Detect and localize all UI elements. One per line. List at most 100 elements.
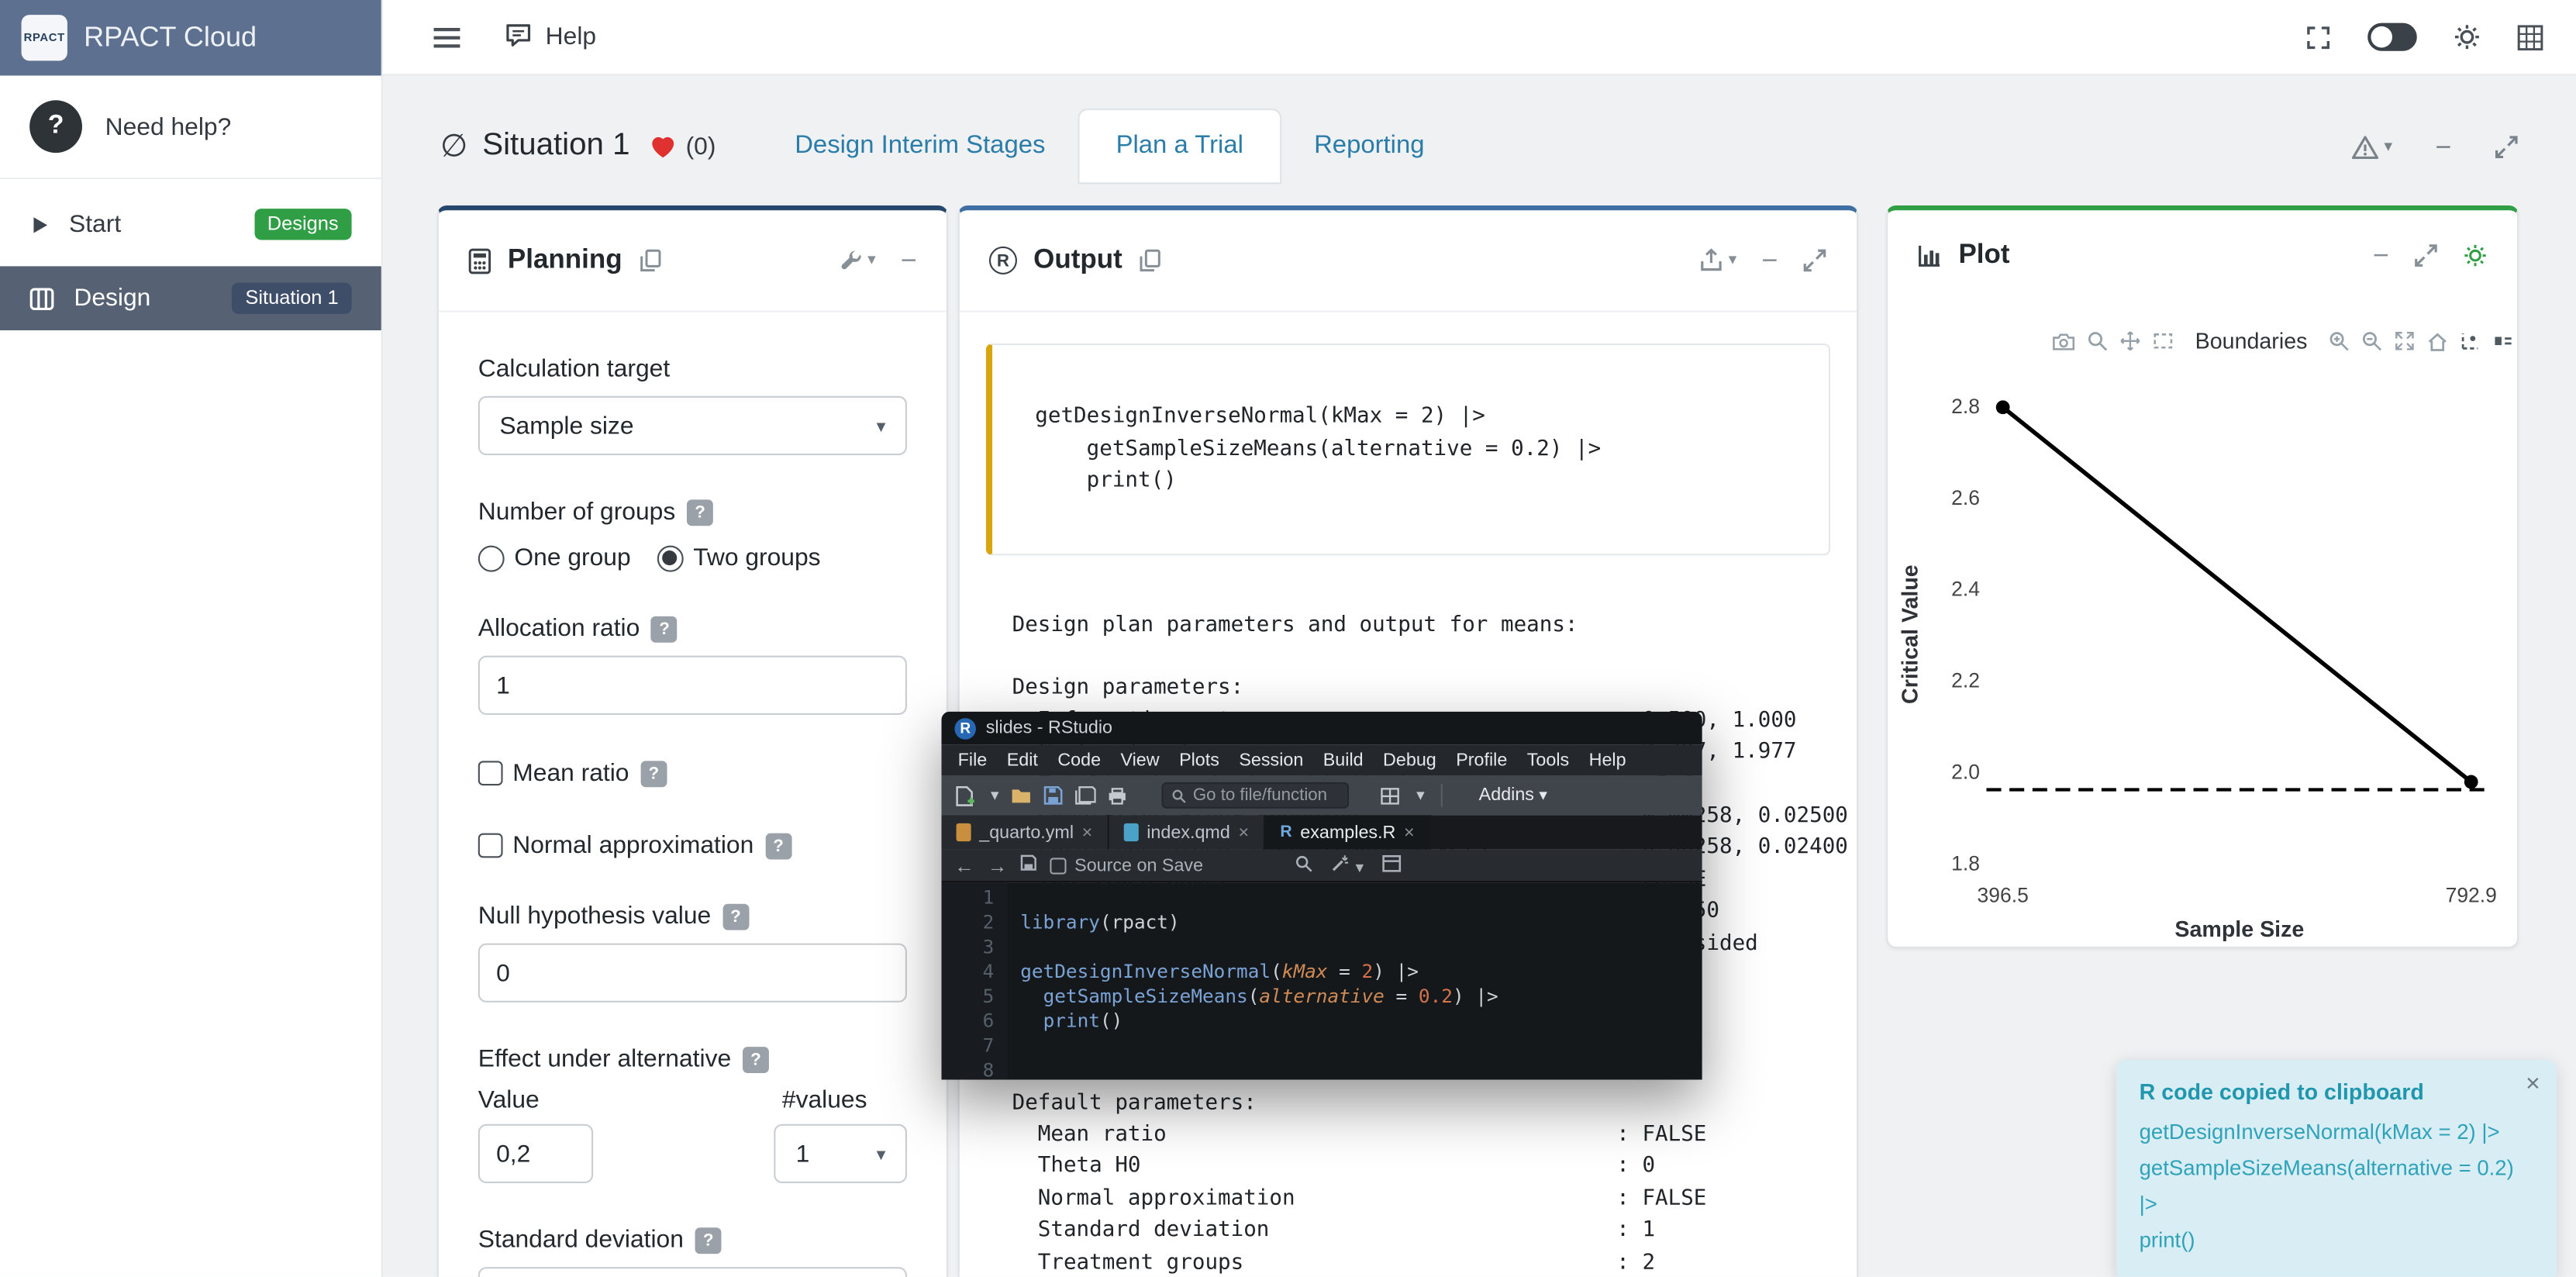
normal-approximation-checkbox[interactable] [478, 834, 503, 858]
fullscreen-icon[interactable] [2305, 24, 2332, 50]
sidebar-item-design[interactable]: Design Situation 1 [0, 267, 381, 331]
close-tab-icon[interactable]: × [1238, 823, 1249, 842]
copy-icon[interactable] [1139, 248, 1162, 273]
warnings-dropdown[interactable]: ▾ [2351, 134, 2392, 159]
menu-view[interactable]: View [1120, 751, 1159, 770]
normal-approximation-option[interactable]: Normal approximation [478, 831, 754, 859]
save-all-icon[interactable] [1074, 785, 1096, 805]
clipboard-toast: × R code copied to clipboard getDesignIn… [2116, 1060, 2557, 1277]
caret-down-icon: ▾ [1416, 786, 1425, 804]
help-badge-icon[interactable]: ? [765, 833, 791, 859]
workspace-panes-icon[interactable] [1380, 786, 1399, 804]
help-badge-icon[interactable]: ? [722, 903, 749, 930]
help-badge-icon[interactable]: ? [687, 499, 713, 525]
code-editor[interactable]: 12345678 library(rpact) getDesignInverse… [941, 882, 1702, 1079]
source-on-save-checkbox[interactable] [1050, 857, 1066, 873]
grid-apps-icon[interactable] [2517, 24, 2543, 50]
null-hypothesis-input[interactable] [478, 944, 907, 1003]
rstudio-window[interactable]: R slides - RStudio File Edit Code View P… [941, 712, 1702, 1080]
camera-download-icon[interactable] [2052, 331, 2075, 350]
export-icon[interactable]: ▾ [1699, 248, 1737, 273]
goto-file-input[interactable]: Go to file/function [1162, 782, 1350, 809]
menu-tools[interactable]: Tools [1527, 751, 1569, 770]
help-badge-icon[interactable]: ? [651, 616, 678, 642]
menu-session[interactable]: Session [1239, 751, 1303, 770]
one-group-radio[interactable] [478, 545, 505, 571]
boundaries-chart[interactable]: 1.82.02.22.42.62.8396.5792.9Sample SizeC… [1888, 210, 2519, 948]
forward-icon[interactable]: → [988, 854, 1007, 877]
collapse-page-button[interactable]: − [2435, 133, 2451, 160]
open-folder-icon[interactable] [1011, 786, 1033, 804]
allocation-ratio-input[interactable] [478, 656, 907, 715]
print-icon[interactable] [1108, 786, 1127, 804]
effect-nvalues-select[interactable]: 1 ▾ [774, 1124, 907, 1183]
menu-help[interactable]: Help [1589, 751, 1626, 770]
tab-design-interim-stages[interactable]: Design Interim Stages [772, 112, 1069, 181]
menu-code[interactable]: Code [1057, 751, 1101, 770]
hamburger-menu-icon[interactable] [432, 26, 461, 49]
help-badge-icon[interactable]: ? [743, 1046, 769, 1072]
collapse-planning-button[interactable]: − [901, 247, 917, 274]
menu-profile[interactable]: Profile [1456, 751, 1507, 770]
output-actions: ▾ − [1699, 247, 1827, 274]
code-tools-wand-icon[interactable]: ▾ [1331, 853, 1364, 878]
save-icon[interactable] [1043, 785, 1063, 805]
zoom-out-icon[interactable] [2361, 330, 2383, 352]
gear-icon[interactable] [2453, 23, 2481, 51]
zoom-in-icon[interactable] [2329, 330, 2350, 352]
two-groups-radio[interactable] [657, 545, 684, 571]
back-icon[interactable]: ← [954, 854, 974, 877]
menu-plots[interactable]: Plots [1179, 751, 1219, 770]
toolbar-divider [1441, 784, 1443, 807]
calculation-target-select[interactable]: Sample size ▾ [478, 396, 907, 455]
collapse-output-button[interactable]: − [1761, 247, 1778, 274]
menu-build[interactable]: Build [1323, 751, 1364, 770]
effect-value-input[interactable] [478, 1124, 593, 1183]
hover-closest-icon[interactable] [2493, 330, 2515, 352]
menu-debug[interactable]: Debug [1383, 751, 1436, 770]
rstudio-editor-tabs: _quarto.yml × index.qmd × R examples.R × [941, 815, 1702, 850]
close-tab-icon[interactable]: × [1082, 823, 1093, 842]
zoom-icon[interactable] [2087, 330, 2109, 352]
close-tab-icon[interactable]: × [1404, 823, 1415, 842]
box-select-icon[interactable] [2153, 330, 2174, 352]
compile-report-icon[interactable] [1382, 854, 1402, 877]
expand-page-button[interactable] [2494, 134, 2519, 159]
source-on-save-option[interactable]: Source on Save [1050, 855, 1203, 875]
two-groups-option[interactable]: Two groups [657, 544, 821, 572]
sidebar-item-start[interactable]: Start Designs [0, 192, 381, 257]
save-icon[interactable] [1020, 854, 1036, 876]
tab-reporting[interactable]: Reporting [1291, 112, 1447, 181]
help-badge-icon[interactable]: ? [695, 1227, 722, 1253]
reset-axes-home-icon[interactable] [2427, 331, 2449, 350]
wrench-settings-icon[interactable]: ▾ [840, 249, 876, 272]
standard-deviation-input[interactable] [478, 1267, 907, 1277]
mean-ratio-option[interactable]: Mean ratio [478, 759, 629, 787]
autoscale-icon[interactable] [2395, 330, 2416, 352]
theme-toggle[interactable] [2367, 23, 2417, 51]
expand-output-button[interactable] [1802, 248, 1827, 273]
tab-index-qmd[interactable]: index.qmd × [1109, 815, 1265, 850]
need-help-item[interactable]: ? Need help? [0, 75, 381, 179]
menu-edit[interactable]: Edit [1007, 751, 1038, 770]
one-group-option[interactable]: One group [478, 544, 631, 572]
planning-card: Planning ▾ − Calculation target Sample s… [437, 205, 948, 1277]
tab-examples-r[interactable]: R examples.R × [1265, 815, 1431, 850]
mean-ratio-checkbox[interactable] [478, 761, 503, 785]
tab-plan-a-trial[interactable]: Plan a Trial [1078, 109, 1281, 184]
tab-quarto-yml[interactable]: _quarto.yml × [941, 815, 1109, 850]
addins-dropdown[interactable]: Addins ▾ [1479, 785, 1547, 805]
copy-icon[interactable] [639, 248, 662, 273]
menu-file[interactable]: File [958, 751, 988, 770]
find-replace-icon[interactable] [1295, 854, 1312, 877]
page-header-actions: ▾ − [2351, 133, 2519, 160]
toggle-spikelines-icon[interactable] [2460, 330, 2482, 352]
pan-icon[interactable] [2119, 330, 2141, 352]
help-badge-icon[interactable]: ? [640, 760, 667, 786]
legend-boundaries[interactable]: Boundaries [2195, 329, 2308, 354]
close-toast-icon[interactable]: × [2526, 1070, 2540, 1098]
new-file-icon[interactable] [954, 785, 974, 806]
help-button[interactable]: Help [505, 20, 596, 53]
planning-card-header: Planning ▾ − [439, 210, 947, 312]
heart-icon[interactable] [650, 133, 678, 160]
